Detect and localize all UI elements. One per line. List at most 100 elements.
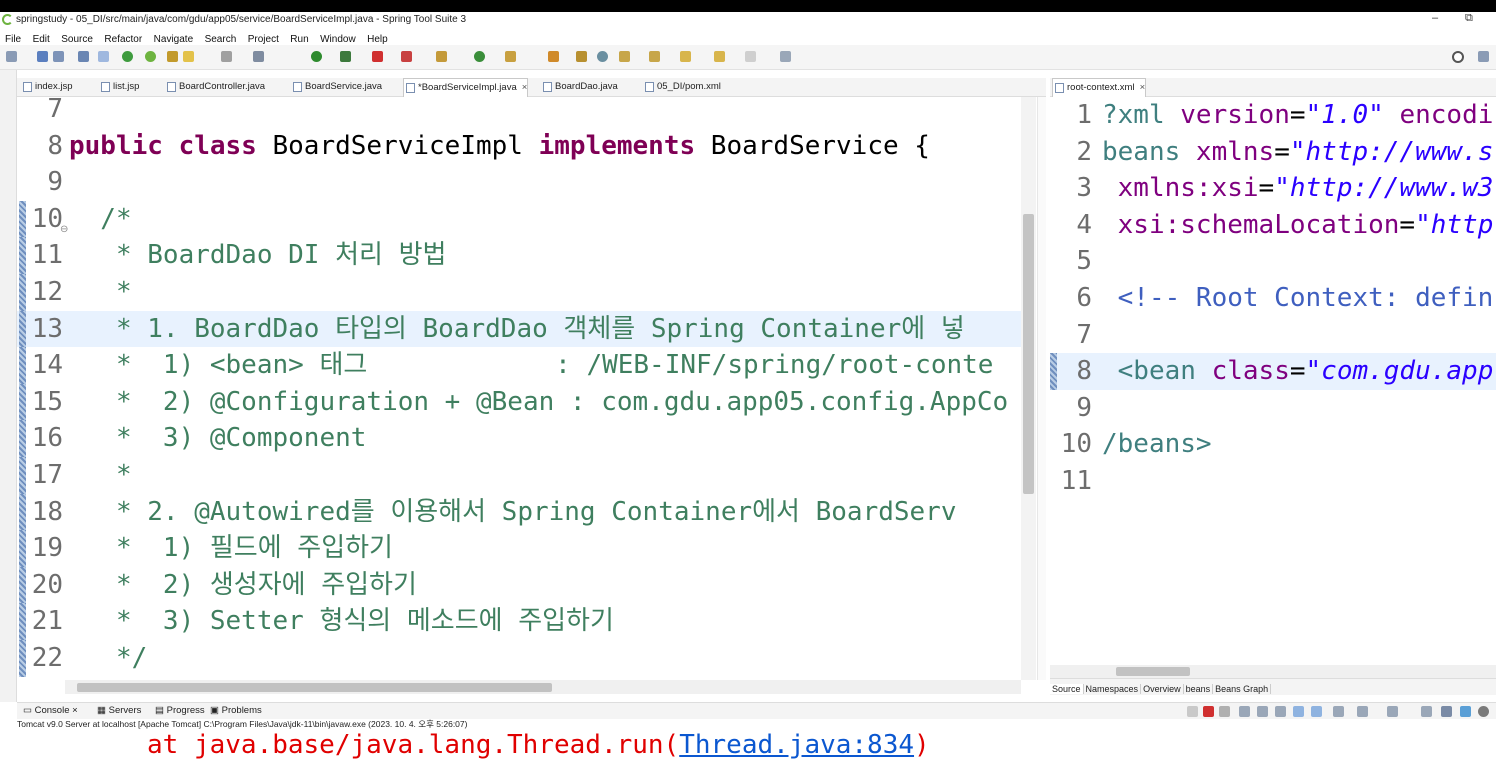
close-tab-icon[interactable]: × bbox=[522, 82, 528, 93]
xml-line: 1 ?xml version="1.0" encodi bbox=[1076, 100, 1494, 130]
pilcrow-icon[interactable] bbox=[221, 51, 232, 62]
back-icon[interactable] bbox=[714, 51, 725, 62]
editor-horizontal-scrollbar[interactable] bbox=[65, 680, 1021, 694]
next-annotation-icon[interactable] bbox=[619, 51, 630, 62]
debug-icon[interactable] bbox=[253, 51, 264, 62]
screen-top-bar bbox=[0, 0, 1496, 12]
xml-line: 3 xmlns:xsi="http://www.w3 bbox=[1076, 173, 1494, 204]
edit-icon[interactable] bbox=[548, 51, 559, 62]
tab-servers[interactable]: ▦ Servers bbox=[97, 703, 141, 719]
file-icon bbox=[101, 82, 110, 92]
menu-edit[interactable]: Edit bbox=[33, 34, 50, 45]
stop-icon[interactable] bbox=[372, 51, 383, 62]
tab-board-controller[interactable]: BoardController.java bbox=[165, 78, 265, 96]
progress-icon: ▤ bbox=[155, 705, 167, 716]
word-wrap-icon[interactable] bbox=[1275, 706, 1286, 717]
tab-progress[interactable]: ▤ Progress bbox=[155, 703, 205, 719]
current-code-line: 13 * 1. BoardDao 타입의 BoardDao 객체를 Spring… bbox=[17, 310, 1021, 348]
search-icon[interactable] bbox=[1452, 51, 1464, 63]
spring-icon[interactable] bbox=[145, 51, 156, 62]
remove-launch-icon[interactable] bbox=[1187, 706, 1198, 717]
xml-editor[interactable]: 1 ?xml version="1.0" encodi 2 beans xmlns=… bbox=[1050, 97, 1496, 665]
menu-window[interactable]: Window bbox=[320, 34, 356, 45]
tab-root-context-xml[interactable]: root-context.xml × bbox=[1052, 78, 1147, 97]
minimize-view-icon[interactable] bbox=[1441, 706, 1452, 717]
search-tool-icon[interactable] bbox=[576, 51, 587, 62]
tab-index-jsp[interactable]: index.jsp bbox=[21, 78, 73, 96]
menu-run[interactable]: Run bbox=[290, 34, 308, 45]
editor-tab-bar: index.jsp list.jsp BoardController.java … bbox=[17, 78, 1046, 97]
scroll-lock-icon[interactable] bbox=[1257, 706, 1268, 717]
tab-beans[interactable]: beans bbox=[1183, 684, 1214, 694]
new-java-project-icon[interactable] bbox=[436, 51, 447, 62]
toggle-mark-icon[interactable] bbox=[98, 51, 109, 62]
terminal-icon[interactable] bbox=[78, 51, 89, 62]
menu-refactor[interactable]: Refactor bbox=[104, 34, 142, 45]
save-all-icon[interactable] bbox=[53, 51, 64, 62]
left-trim-bar bbox=[0, 70, 17, 702]
minimize-button[interactable]: – bbox=[1432, 12, 1438, 24]
menu-help[interactable]: Help bbox=[367, 34, 388, 45]
menu-source[interactable]: Source bbox=[61, 34, 93, 45]
new-icon[interactable] bbox=[6, 51, 17, 62]
scroll-thumb[interactable] bbox=[1023, 214, 1034, 494]
xml-horizontal-scrollbar[interactable] bbox=[1050, 665, 1496, 678]
xml-line: 11 bbox=[1060, 466, 1092, 496]
menu-search[interactable]: Search bbox=[205, 34, 237, 45]
close-tab-icon[interactable]: × bbox=[1140, 82, 1146, 93]
code-line: 19 * 1) 필드에 주입하기 bbox=[17, 530, 1021, 567]
terminate-icon[interactable] bbox=[1203, 706, 1214, 717]
pin-console-icon[interactable] bbox=[1333, 706, 1344, 717]
remove-all-icon[interactable] bbox=[1219, 706, 1230, 717]
tab-overview[interactable]: Overview bbox=[1141, 684, 1184, 694]
last-edit-icon[interactable] bbox=[680, 51, 691, 62]
tab-console[interactable]: ▭ Console × bbox=[23, 703, 78, 719]
display-console-icon[interactable] bbox=[1357, 706, 1368, 717]
external-tools-icon[interactable] bbox=[401, 51, 412, 62]
open-folder-icon[interactable] bbox=[505, 51, 516, 62]
tab-pom-xml[interactable]: 05_DI/pom.xml bbox=[643, 78, 721, 96]
settings-icon[interactable] bbox=[1478, 706, 1489, 717]
prev-annotation-icon[interactable] bbox=[649, 51, 660, 62]
tab-board-service-impl[interactable]: *BoardServiceImpl.java × bbox=[403, 78, 529, 97]
code-line: 18 * 2. @Autowired를 이용해서 Spring Containe… bbox=[17, 493, 1021, 531]
save-icon[interactable] bbox=[37, 51, 48, 62]
show-on-stdout-icon[interactable] bbox=[1293, 706, 1304, 717]
new-class-icon[interactable] bbox=[474, 51, 485, 62]
editor-vertical-scrollbar[interactable] bbox=[1021, 97, 1036, 680]
boot-dashboard-icon[interactable] bbox=[122, 51, 133, 62]
scroll-thumb[interactable] bbox=[77, 683, 552, 692]
console-tab-bar: ▭ Console × ▦ Servers ▤ Progress ▣ Probl… bbox=[17, 702, 1496, 719]
tab-problems[interactable]: ▣ Problems bbox=[210, 703, 262, 719]
restore-button[interactable]: ⧉ bbox=[1465, 12, 1473, 25]
open-console-icon[interactable] bbox=[1387, 706, 1398, 717]
pin-editor-icon[interactable] bbox=[780, 51, 791, 62]
menu-file[interactable]: File bbox=[5, 34, 21, 45]
open-perspective-icon[interactable] bbox=[1478, 51, 1489, 62]
maximize-view-icon[interactable] bbox=[1460, 706, 1471, 717]
coverage-icon[interactable] bbox=[340, 51, 351, 62]
close-tab-icon[interactable]: × bbox=[72, 705, 78, 716]
stacktrace-link[interactable]: Thread.java:834 bbox=[679, 730, 914, 760]
console-output[interactable]: at java.base/java.lang.Thread.run(Thread… bbox=[17, 730, 1496, 767]
java-editor[interactable]: 7 8 public class BoardServiceImpl impleme… bbox=[17, 97, 1021, 680]
run-icon[interactable] bbox=[311, 51, 322, 62]
tab-board-service[interactable]: BoardService.java bbox=[291, 78, 382, 96]
view-menu-icon[interactable] bbox=[1421, 706, 1432, 717]
menu-navigate[interactable]: Navigate bbox=[154, 34, 193, 45]
xml-editor-mode-tabs: Source Namespaces Overview beans Beans Graph bbox=[1050, 678, 1496, 695]
clear-console-icon[interactable] bbox=[1239, 706, 1250, 717]
tab-list-jsp[interactable]: list.jsp bbox=[99, 78, 139, 96]
tab-namespaces[interactable]: Namespaces bbox=[1083, 684, 1142, 694]
menu-project[interactable]: Project bbox=[248, 34, 279, 45]
tab-board-dao[interactable]: BoardDao.java bbox=[541, 78, 618, 96]
globe-icon[interactable] bbox=[597, 51, 608, 62]
tab-beans-graph[interactable]: Beans Graph bbox=[1213, 684, 1272, 694]
open-type-icon[interactable] bbox=[167, 51, 178, 62]
scroll-thumb[interactable] bbox=[1116, 667, 1190, 676]
annotation-icon[interactable] bbox=[183, 51, 194, 62]
code-line: 14 * 1) <bean> 태그 : /WEB-INF/spring/root… bbox=[17, 347, 1021, 384]
forward-icon[interactable] bbox=[745, 51, 756, 62]
tab-source[interactable]: Source bbox=[1050, 684, 1084, 694]
show-on-stderr-icon[interactable] bbox=[1311, 706, 1322, 717]
